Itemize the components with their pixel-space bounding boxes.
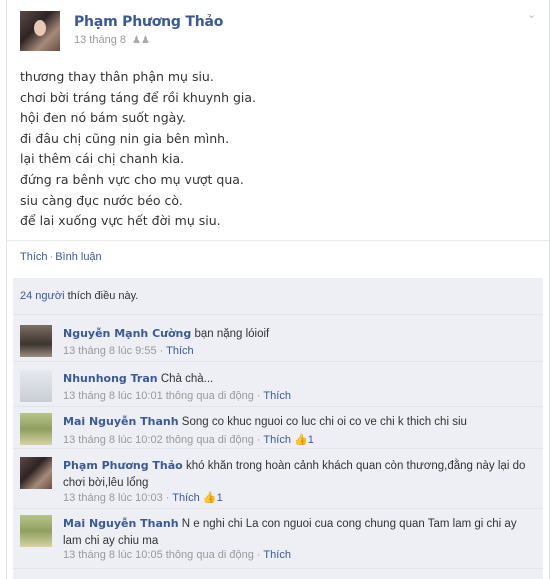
comment-meta: 13 tháng 8 lúc 9:55 · Thích — [63, 345, 194, 357]
post-body: thương thay thân phận mụ siu. chơi bời t… — [20, 67, 520, 232]
like-link[interactable]: Thích — [20, 251, 48, 263]
post-actions: Thích · Bình luận — [20, 251, 102, 263]
commenter-name[interactable]: Mai Nguyễn Thanh — [63, 517, 179, 530]
comment-like-count[interactable]: 1 — [217, 492, 223, 504]
commenter-name[interactable]: Mai Nguyễn Thanh — [63, 415, 179, 428]
comment-text: Nguyễn Mạnh Cường bạn nặng lóioif — [63, 325, 533, 343]
commenter-name[interactable]: Nhunhong Tran — [63, 372, 158, 385]
divider — [13, 568, 543, 569]
divider — [13, 448, 543, 449]
divider — [7, 240, 549, 241]
post-author-name[interactable]: Phạm Phương Thảo — [74, 14, 223, 30]
likes-count-link[interactable]: 24 người — [20, 290, 65, 302]
separator: · — [253, 434, 264, 446]
post-line: siu càng đục nước béo cò. — [20, 192, 183, 208]
likes-summary-text: thích điều này. — [64, 290, 139, 302]
post-line: chơi bời tráng táng để rồi khuynh gia. — [20, 89, 257, 105]
comment-body: Chà chà... — [160, 373, 214, 385]
commenter-name[interactable]: Phạm Phương Thảo — [63, 459, 183, 472]
divider — [13, 361, 543, 362]
likes-summary: 24 người thích điều này. — [20, 290, 138, 302]
post-date[interactable]: 13 tháng 8 — [74, 34, 126, 46]
commenter-avatar[interactable] — [20, 325, 52, 357]
commenter-avatar[interactable] — [20, 515, 52, 547]
commenter-avatar[interactable] — [20, 457, 52, 489]
facebook-post: ⌄ Phạm Phương Thảo 13 tháng 8 ♟♟ thương t… — [6, 0, 550, 579]
thumbs-up-icon: 👍 — [202, 492, 217, 504]
comment-meta: 13 tháng 8 lúc 10:02 thông qua di động ·… — [63, 433, 314, 446]
post-meta: 13 tháng 8 ♟♟ — [74, 34, 150, 46]
comment-like-link[interactable]: Thích — [263, 549, 291, 561]
comment-body: bạn nặng lóioif — [194, 328, 270, 340]
comment-text: Mai Nguyễn Thanh Song co khuc nguoi co l… — [63, 413, 533, 431]
commenter-avatar[interactable] — [20, 413, 52, 445]
divider — [13, 508, 543, 509]
comment-text: Nhunhong Tran Chà chà... — [63, 370, 533, 388]
comment-body: Song co khuc nguoi co luc chi oi co ve c… — [181, 416, 467, 428]
comment-text: Phạm Phương Thảo khó khăn trong hoàn cản… — [63, 457, 533, 492]
comment-meta: 13 tháng 8 lúc 10:03 · Thích 👍1 — [63, 491, 223, 504]
comment-time[interactable]: 13 tháng 8 lúc 10:05 thông qua di động — [63, 549, 254, 561]
commenter-avatar[interactable] — [20, 370, 52, 402]
comment-link[interactable]: Bình luận — [55, 251, 101, 263]
divider — [13, 314, 543, 315]
comment-time[interactable]: 13 tháng 8 lúc 10:02 thông qua di động — [63, 434, 254, 446]
chevron-down-icon[interactable]: ⌄ — [527, 10, 539, 21]
comment-like-link[interactable]: Thích — [166, 345, 194, 357]
comment-like-count[interactable]: 1 — [308, 434, 314, 446]
friends-icon[interactable]: ♟♟ — [132, 35, 150, 46]
comment-like-link[interactable]: Thích — [172, 492, 200, 504]
separator: · — [253, 390, 264, 402]
comment-meta: 13 tháng 8 lúc 10:01 thông qua di động ·… — [63, 390, 291, 402]
post-line: đứng ra bênh vực cho mụ vượt qua. — [20, 171, 244, 187]
commenter-name[interactable]: Nguyễn Mạnh Cường — [63, 327, 191, 340]
author-avatar[interactable] — [20, 11, 60, 51]
comment-text: Mai Nguyễn Thanh N e nghi chi La con ngu… — [63, 515, 533, 550]
post-line: đi đâu chị cũng nin gia bên mình. — [20, 130, 230, 146]
separator: · — [156, 345, 167, 357]
post-line: để lai xuống vực hết đời mụ siu. — [20, 213, 221, 229]
comment-time[interactable]: 13 tháng 8 lúc 10:03 — [63, 492, 163, 504]
comment-time[interactable]: 13 tháng 8 lúc 10:01 thông qua di động — [63, 390, 254, 402]
comment-meta: 13 tháng 8 lúc 10:05 thông qua di động ·… — [63, 549, 291, 561]
separator: · — [162, 492, 173, 504]
post-line: hội đen nó bám suốt ngày. — [20, 110, 186, 126]
comment-like-link[interactable]: Thích — [263, 390, 291, 402]
comment-like-link[interactable]: Thích — [263, 434, 291, 446]
separator: · — [253, 549, 264, 561]
comment-time[interactable]: 13 tháng 8 lúc 9:55 — [63, 345, 157, 357]
comments-panel: 24 người thích điều này. Nguyễn Mạnh Cườ… — [13, 278, 543, 579]
post-line: thương thay thân phận mụ siu. — [20, 69, 214, 84]
divider — [13, 406, 543, 407]
post-line: lại thêm cái chị chanh kia. — [20, 151, 185, 167]
thumbs-up-icon: 👍 — [294, 434, 308, 446]
